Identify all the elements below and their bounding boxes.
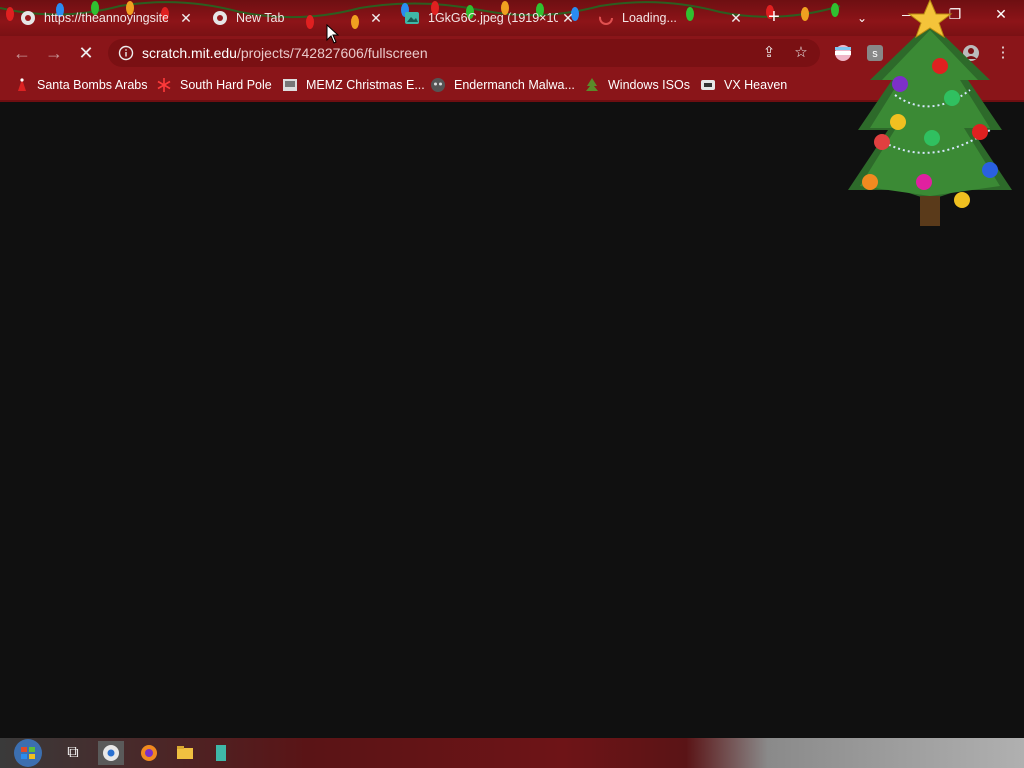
new-tab-button[interactable]: +	[762, 6, 786, 30]
endermanch-icon	[431, 78, 445, 92]
santa-icon	[18, 78, 26, 91]
tab-4[interactable]: Loading... ✕	[582, 4, 750, 32]
bookmark-item[interactable]: Santa Bombs Arabs	[14, 76, 147, 94]
info-icon[interactable]	[118, 45, 134, 61]
tab-3[interactable]: 1GkG6C.jpeg (1919×1080) ✕	[390, 4, 582, 32]
close-tab-icon[interactable]: ✕	[560, 10, 576, 26]
tab-title: New Tab	[236, 11, 285, 25]
url-host: scratch.mit.edu	[142, 45, 237, 61]
close-tab-icon[interactable]: ✕	[178, 10, 194, 26]
bookmark-label: Endermanch Malwa...	[454, 78, 575, 92]
bookmark-item[interactable]: Endermanch Malwa...	[430, 76, 575, 94]
bookmark-label: VX Heaven	[724, 78, 788, 92]
chrome-icon	[21, 11, 35, 25]
address-bar[interactable]: scratch.mit.edu/projects/742827606/fulls…	[108, 39, 820, 67]
close-tab-icon[interactable]: ✕	[728, 10, 744, 26]
bookmark-item[interactable]: Windows ISOs	[584, 76, 690, 94]
bookmark-star-icon[interactable]: ☆	[792, 44, 810, 62]
start-button-icon[interactable]	[8, 738, 44, 768]
loading-icon	[599, 11, 613, 25]
vx-icon	[701, 80, 715, 90]
bookmark-label: Windows ISOs	[608, 78, 690, 92]
tab-2[interactable]: New Tab ✕	[194, 4, 390, 32]
tab-1[interactable]: https://theannoyingsite.com ✕	[0, 4, 200, 32]
bookmark-label: Santa Bombs Arabs	[37, 78, 148, 92]
snowflake-icon	[157, 78, 171, 92]
file-explorer-taskbar-icon[interactable]	[172, 741, 198, 765]
windows-taskbar: ⧉	[0, 738, 1024, 768]
bookmark-item[interactable]: MEMZ Christmas E...	[282, 76, 425, 94]
forward-button[interactable]: →	[42, 41, 66, 65]
tab-title: 1GkG6C.jpeg (1919×1080)	[428, 11, 558, 25]
bookmark-item[interactable]: South Hard Pole	[156, 76, 272, 94]
bookmark-label: South Hard Pole	[180, 78, 272, 92]
chrome-taskbar-icon[interactable]	[98, 741, 124, 765]
christmas-tree-icon	[848, 0, 1012, 226]
back-button[interactable]: ←	[10, 41, 34, 65]
mouse-cursor-icon	[326, 24, 340, 44]
url-path: /projects/742827606/fullscreen	[236, 45, 428, 61]
app-taskbar-icon[interactable]	[208, 741, 234, 765]
image-file-icon	[405, 12, 419, 24]
memz-icon	[283, 79, 297, 91]
tree-icon	[586, 78, 598, 91]
bookmark-item[interactable]: VX Heaven	[700, 76, 787, 94]
firefox-taskbar-icon[interactable]	[136, 741, 162, 765]
share-icon[interactable]: ⇪	[760, 44, 778, 62]
stop-loading-button[interactable]: ✕	[74, 41, 98, 65]
tab-title: https://theannoyingsite.com	[44, 11, 168, 25]
close-tab-icon[interactable]: ✕	[368, 10, 384, 26]
tab-title: Loading...	[622, 11, 677, 25]
task-view-icon[interactable]: ⧉	[60, 741, 86, 765]
bookmark-label: MEMZ Christmas E...	[306, 78, 425, 92]
chrome-icon	[213, 11, 227, 25]
url-text: scratch.mit.edu/projects/742827606/fulls…	[142, 45, 428, 61]
